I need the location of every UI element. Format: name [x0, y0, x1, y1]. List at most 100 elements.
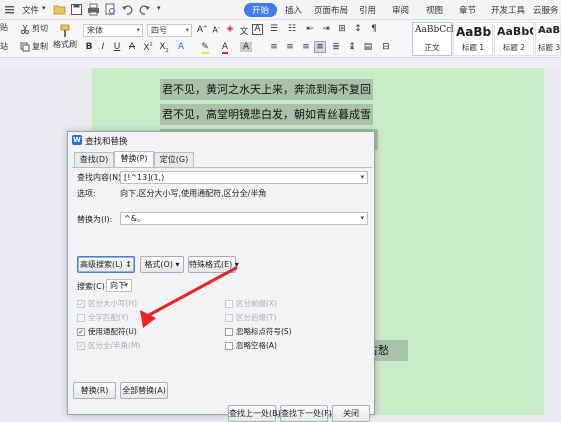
match-prefix-checkbox[interactable]: 区分前缀(X): [225, 298, 277, 309]
font-effect-icon[interactable]: A: [175, 42, 187, 52]
find-previous-button[interactable]: 查找上一处(B): [228, 405, 281, 422]
font-color-icon[interactable]: A: [219, 42, 231, 54]
cut-button[interactable]: 剪切: [20, 23, 48, 34]
checkbox-box: [225, 327, 233, 336]
use-wildcards-checkbox[interactable]: ✓ 使用通配符(U): [77, 326, 137, 337]
replace-button[interactable]: 替换(R): [73, 382, 116, 399]
dialog-titlebar[interactable]: W 查找和替换: [68, 132, 374, 148]
advanced-search-button[interactable]: 高级搜索(L) ↕: [77, 256, 135, 273]
shading-icon[interactable]: ▤: [362, 42, 374, 52]
redo-icon[interactable]: [138, 3, 151, 16]
menu-item-insert[interactable]: 插入: [285, 4, 302, 16]
strikethrough-icon[interactable]: A: [126, 42, 138, 52]
char-border-icon[interactable]: A: [252, 24, 263, 35]
match-case-checkbox[interactable]: ✓ 区分大小写(H): [77, 298, 137, 309]
grow-font-icon[interactable]: A+: [196, 24, 208, 35]
menu-item-page-layout[interactable]: 页面布局: [314, 4, 348, 16]
char-shading-icon[interactable]: A: [240, 42, 252, 52]
menu-item-view[interactable]: 视图: [426, 4, 443, 16]
copy-button[interactable]: 复制: [20, 41, 48, 52]
menu-item-developer[interactable]: 开发工具: [491, 4, 525, 16]
file-menu-chevron-icon[interactable]: ▾: [42, 4, 46, 12]
subscript-icon[interactable]: X2: [158, 42, 170, 54]
superscript-icon[interactable]: X2: [142, 42, 154, 53]
style-heading-2[interactable]: AaBbC 标题 2: [494, 22, 534, 56]
copy-partial-label[interactable]: 站: [0, 41, 8, 52]
increase-indent-icon[interactable]: ⇥: [320, 24, 332, 34]
line-spacing-icon[interactable]: ↨: [346, 42, 358, 52]
open-folder-icon[interactable]: [53, 3, 66, 16]
tab-find[interactable]: 查找(D): [74, 152, 114, 167]
print-preview-icon[interactable]: [104, 3, 117, 16]
format-button[interactable]: 格式(O) ▾: [140, 256, 184, 273]
copy-label: 复制: [32, 42, 48, 51]
menu-icon[interactable]: [3, 3, 16, 16]
chinese-layout-icon[interactable]: ⊞: [336, 24, 348, 34]
justify-icon[interactable]: ≡: [314, 41, 326, 53]
replace-input[interactable]: ^&。 ▾: [120, 212, 368, 225]
clear-format-icon[interactable]: ◈: [224, 24, 236, 34]
italic-icon[interactable]: I: [97, 42, 109, 52]
shrink-font-icon[interactable]: A-: [210, 25, 222, 35]
format-painter-button[interactable]: 格式刷: [53, 24, 77, 50]
quick-access-chevron-icon[interactable]: ▾: [157, 4, 161, 12]
bullet-list-icon[interactable]: ☰: [268, 24, 280, 34]
checkbox-box: [225, 299, 233, 308]
tab-divider: [72, 167, 372, 168]
checkbox-label: 区分后缀(T): [236, 313, 277, 322]
distributed-icon[interactable]: ≣: [330, 42, 342, 52]
numbered-list-icon[interactable]: ☷: [286, 24, 298, 34]
find-label: 查找内容(N):: [77, 173, 124, 182]
style-normal[interactable]: AaBbCcI 正文: [412, 22, 455, 56]
style-heading-1[interactable]: AaBb 标题 1: [453, 22, 493, 56]
underline-icon[interactable]: U: [111, 42, 123, 52]
style-name: 标题 2: [502, 43, 526, 52]
style-sample: AaBbC: [538, 25, 561, 36]
decrease-indent-icon[interactable]: ⇤: [304, 24, 316, 34]
pinyin-icon[interactable]: 文: [238, 24, 250, 37]
borders-icon[interactable]: ⊟: [380, 42, 392, 52]
match-width-checkbox[interactable]: ✓ 区分全/半角(M): [77, 340, 140, 351]
bold-icon[interactable]: B: [83, 42, 95, 52]
replace-all-button[interactable]: 全部替换(A): [120, 382, 168, 399]
highlight-icon[interactable]: ✎: [199, 42, 211, 54]
chevron-down-icon[interactable]: ▾: [360, 172, 364, 183]
close-button[interactable]: 关闭: [332, 405, 370, 422]
paste-partial-label[interactable]: 贴: [0, 22, 8, 33]
style-heading-3[interactable]: AaBbC 标题 3: [535, 22, 561, 56]
menu-item-cloud[interactable]: 云服务: [533, 4, 559, 16]
menu-item-home[interactable]: 开始: [244, 3, 278, 17]
align-center-icon[interactable]: ≡: [284, 42, 296, 52]
checkbox-box: [225, 313, 233, 322]
tab-goto[interactable]: 定位(G): [154, 152, 194, 167]
show-marks-icon[interactable]: ¶: [368, 24, 380, 34]
ignore-spaces-checkbox[interactable]: 忽略空格(A): [225, 340, 277, 351]
sort-icon[interactable]: ↕: [352, 24, 364, 34]
align-left-icon[interactable]: ≡: [268, 42, 280, 52]
find-input[interactable]: [!^13](1,) ▾: [120, 171, 368, 184]
search-direction-label: 搜索(C): [77, 282, 105, 291]
undo-icon[interactable]: [121, 3, 134, 16]
checkbox-label: 全字匹配(Y): [88, 313, 129, 322]
font-name-select[interactable]: 宋体 ▾: [83, 24, 143, 37]
menu-item-section[interactable]: 章节: [459, 4, 476, 16]
align-right-icon[interactable]: ≡: [300, 42, 312, 52]
font-size-value: 四号: [151, 26, 167, 35]
chevron-down-icon[interactable]: ▾: [360, 213, 364, 224]
special-format-button[interactable]: 特殊格式(E) ▾: [188, 256, 239, 273]
file-menu[interactable]: 文件: [22, 4, 39, 16]
ignore-punctuation-checkbox[interactable]: 忽略标点符号(S): [225, 326, 292, 337]
document-text-line[interactable]: 君不见，高堂明镜悲白发，朝如青丝暮成雪: [160, 104, 373, 125]
menu-item-references[interactable]: 引用: [359, 4, 376, 16]
find-next-button[interactable]: 查找下一处(F): [280, 405, 332, 422]
search-direction-select[interactable]: 向下 ▾: [106, 279, 132, 292]
style-name: 标题 1: [461, 43, 485, 52]
font-size-select[interactable]: 四号 ▾: [147, 24, 192, 37]
tab-replace[interactable]: 替换(P): [114, 151, 154, 167]
menu-item-review[interactable]: 审阅: [392, 4, 409, 16]
document-text-line[interactable]: 君不见，黄河之水天上来，奔流到海不复回: [160, 79, 373, 100]
print-icon[interactable]: [87, 3, 100, 16]
save-icon[interactable]: [70, 3, 83, 16]
whole-word-checkbox[interactable]: 全字匹配(Y): [77, 312, 128, 323]
match-suffix-checkbox[interactable]: 区分后缀(T): [225, 312, 276, 323]
